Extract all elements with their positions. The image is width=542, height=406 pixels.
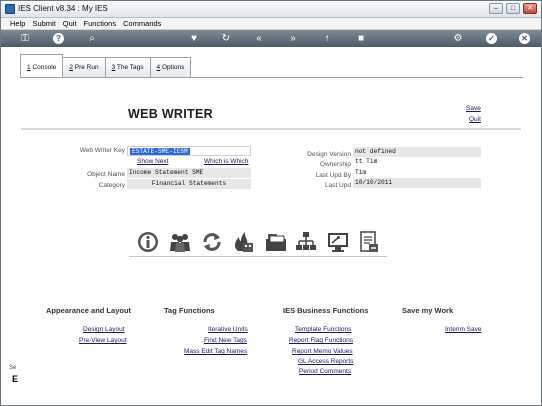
key-icon[interactable]: ⚿ <box>15 32 35 45</box>
page-title: WEB WRITER <box>128 107 213 121</box>
last-upd-field[interactable]: 10/10/2011 <box>353 178 481 188</box>
design-version-label: Design Version <box>307 151 351 158</box>
pin-icon[interactable]: ↑ <box>320 32 334 45</box>
ok-icon[interactable]: ✓ <box>486 33 497 44</box>
cancel-icon[interactable]: ✕ <box>519 33 530 44</box>
web-writer-key-field[interactable]: ESTATE-SME-IESM <box>127 146 251 156</box>
tab-strip: 1 Console 2 Pre Run 3 The Tags 4 Options <box>20 54 192 77</box>
monitor-icon[interactable] <box>327 231 349 253</box>
web-writer-key-label: Web Writer Key <box>79 147 125 154</box>
which-is-which-link[interactable]: Which is Which <box>204 158 248 165</box>
search-icon[interactable]: ⌕ <box>85 32 99 45</box>
settings-icon[interactable]: ⚙ <box>451 32 465 45</box>
forward-icon[interactable]: » <box>286 32 300 45</box>
action-icon-row <box>129 229 387 257</box>
template-functions-link[interactable]: Template Functions <box>295 326 351 333</box>
tab-pre-run[interactable]: 2 Pre Run <box>62 57 106 77</box>
menu-bar: Help Submit Quit Functions Commands <box>1 18 541 30</box>
menu-submit[interactable]: Submit <box>32 19 55 28</box>
tab-label: The Tags <box>116 64 144 71</box>
mass-edit-tag-names-link[interactable]: Mass Edit Tag Names <box>184 348 247 355</box>
preview-layout-link[interactable]: Pre-View Layout <box>79 337 127 344</box>
toolbar: ⚿ ? ⌕ ♥ ↻ « » ↑ ■ ⚙ ✓ ✕ <box>1 30 541 47</box>
tab-label: Options <box>161 64 185 71</box>
report-memo-values-link[interactable]: Report Memo Values <box>292 348 353 355</box>
save-my-work-heading: Save my Work <box>402 306 454 315</box>
last-upd-by-label: Last Upd By <box>315 172 351 179</box>
menu-functions[interactable]: Functions <box>84 19 117 28</box>
tab-divider <box>20 77 523 78</box>
tab-label: Console <box>32 64 57 71</box>
object-name-field[interactable]: Income Statement SME <box>127 168 251 178</box>
tab-options[interactable]: 4 Options <box>149 57 192 77</box>
category-field[interactable]: Financial Statements <box>127 179 251 189</box>
app-icon <box>5 4 15 14</box>
design-layout-link[interactable]: Design Layout <box>83 326 125 333</box>
refresh-icon[interactable]: ↻ <box>219 32 233 45</box>
tab-number: 2 <box>69 64 73 71</box>
fire-icon[interactable] <box>232 231 254 253</box>
header-divider <box>21 128 521 130</box>
heart-icon[interactable]: ♥ <box>187 32 201 45</box>
tab-number: 3 <box>111 64 116 71</box>
rewind-icon[interactable]: « <box>252 32 266 45</box>
document-icon[interactable] <box>358 231 380 253</box>
iterative-units-link[interactable]: Iterative Units <box>208 326 248 333</box>
refresh-icon[interactable] <box>201 231 223 253</box>
minimize-button[interactable]: – <box>489 3 503 14</box>
menu-commands[interactable]: Commands <box>123 19 161 28</box>
last-upd-by-field[interactable]: Tim <box>353 168 481 178</box>
business-functions-heading: IES Business Functions <box>283 306 369 315</box>
maximize-button[interactable]: □ <box>506 3 520 14</box>
last-upd-label: Last Upd <box>324 182 351 189</box>
info-icon[interactable] <box>137 231 159 253</box>
appearance-heading: Appearance and Layout <box>46 306 132 315</box>
category-label: Category <box>98 182 125 189</box>
close-button[interactable]: ✕ <box>523 3 537 14</box>
save-link[interactable]: Save <box>466 105 481 112</box>
window-title: IES Client v8.34 : My IES <box>18 4 108 13</box>
find-new-tags-link[interactable]: Find New Tags <box>204 337 247 344</box>
tab-console[interactable]: 1 Console <box>20 54 64 77</box>
design-version-field[interactable]: not defined <box>353 147 481 157</box>
help-icon[interactable]: ? <box>53 33 64 44</box>
gl-access-reports-link[interactable]: GL Access Reports <box>298 358 353 365</box>
hierarchy-icon[interactable] <box>295 231 317 253</box>
folder-icon[interactable] <box>264 231 288 253</box>
interim-save-link[interactable]: Interim Save <box>445 326 482 333</box>
side-label: Se <box>9 365 17 371</box>
period-comments-link[interactable]: Period Comments <box>299 368 351 375</box>
ownership-label: Ownership <box>319 161 351 168</box>
tab-number: 1 <box>27 64 31 71</box>
tag-functions-heading: Tag Functions <box>164 306 215 315</box>
side-letter: E <box>12 374 19 384</box>
web-writer-key-value: ESTATE-SME-IESM <box>130 148 190 155</box>
title-bar: IES Client v8.34 : My IES – □ ✕ <box>1 1 541 18</box>
quit-link[interactable]: Quit <box>469 116 481 123</box>
menu-quit[interactable]: Quit <box>63 19 77 28</box>
tab-the-tags[interactable]: 3 The Tags <box>104 57 151 77</box>
menu-help[interactable]: Help <box>10 19 25 28</box>
tab-label: Pre Run <box>74 64 99 71</box>
show-next-link[interactable]: Show Next <box>137 158 168 165</box>
users-icon[interactable] <box>169 231 191 253</box>
app-window: IES Client v8.34 : My IES – □ ✕ Help Sub… <box>0 0 542 406</box>
ownership-field[interactable]: tt Tim <box>353 157 481 167</box>
tab-number: 4 <box>156 64 161 71</box>
report-flag-functions-link[interactable]: Report Flag Functions <box>289 337 353 344</box>
object-name-label: Object Name <box>87 171 125 178</box>
stop-icon[interactable]: ■ <box>354 32 368 45</box>
